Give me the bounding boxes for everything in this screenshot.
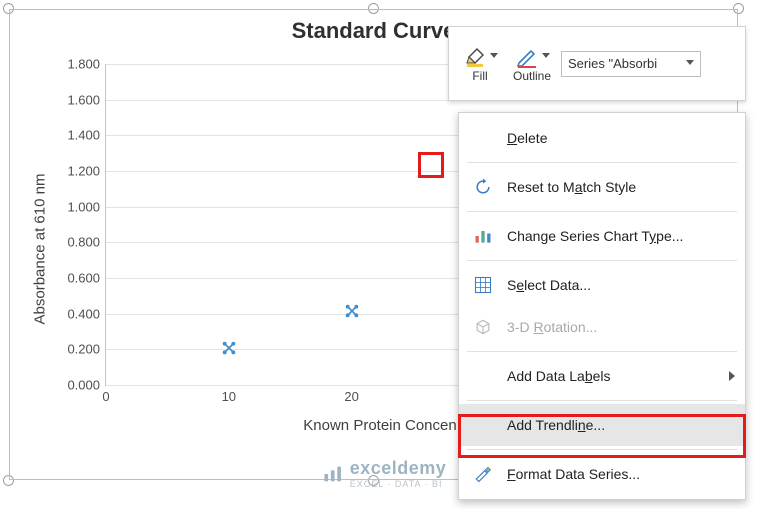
x-axis-title[interactable]: Known Protein Concen	[303, 417, 456, 434]
dropdown-caret-icon	[542, 53, 550, 61]
mini-format-toolbar: Fill Outline Series "Absorbi	[448, 26, 746, 101]
menu-item-label: Select Data...	[507, 277, 591, 293]
paint-bucket-icon	[463, 45, 487, 69]
menu-separator	[467, 400, 737, 401]
watermark: exceldemy EXCEL · DATA · BI	[322, 458, 447, 489]
logo-icon	[322, 463, 344, 485]
context-menu-delete[interactable]: Delete	[459, 117, 745, 159]
menu-item-label: Change Series Chart Type...	[507, 228, 683, 244]
menu-separator	[467, 260, 737, 261]
menu-item-label: 3-D Rotation...	[507, 319, 597, 335]
context-menu-select-data[interactable]: Select Data...	[459, 264, 745, 306]
menu-separator	[467, 162, 737, 163]
menu-item-label: Format Data Series...	[507, 466, 640, 482]
y-axis-title[interactable]: Absorbance at 610 nm	[32, 174, 49, 325]
submenu-arrow-icon	[729, 371, 735, 381]
context-menu-reset[interactable]: Reset to Match Style	[459, 166, 745, 208]
x-tick-label: 10	[222, 385, 236, 404]
dropdown-caret-icon	[490, 53, 498, 61]
fill-label: Fill	[472, 69, 487, 83]
blank-icon	[469, 124, 497, 152]
context-menu-add-data-labels[interactable]: Add Data Labels	[459, 355, 745, 397]
series-selector-dropdown[interactable]: Series "Absorbi	[561, 51, 701, 77]
menu-separator	[467, 449, 737, 450]
x-tick-label: 20	[344, 385, 358, 404]
y-tick-label: 1.400	[67, 128, 106, 143]
data-point[interactable]	[222, 341, 235, 354]
menu-separator	[467, 351, 737, 352]
outline-label: Outline	[513, 69, 551, 83]
y-tick-label: 1.800	[67, 57, 106, 72]
y-tick-label: 0.000	[67, 378, 106, 393]
y-tick-label: 0.800	[67, 235, 106, 250]
cube-icon	[469, 313, 497, 341]
context-menu-format-series[interactable]: Format Data Series...	[459, 453, 745, 495]
menu-item-label: Add Trendline...	[507, 417, 605, 433]
menu-item-label: Add Data Labels	[507, 368, 611, 384]
blank-icon	[469, 362, 497, 390]
data-point[interactable]	[345, 304, 358, 317]
outline-button[interactable]: Outline	[509, 32, 555, 96]
pen-outline-icon	[515, 45, 539, 69]
context-menu-change-type[interactable]: Change Series Chart Type...	[459, 215, 745, 257]
reset-icon	[469, 173, 497, 201]
menu-separator	[467, 211, 737, 212]
chart-context-menu: Delete Reset to Match Style Change Series …	[458, 112, 746, 500]
y-tick-label: 1.600	[67, 92, 106, 107]
menu-item-label: Delete	[507, 130, 547, 146]
watermark-brand: exceldemy	[350, 458, 447, 479]
x-tick-label: 0	[102, 385, 109, 404]
series-selector-value: Series "Absorbi	[568, 56, 657, 71]
menu-item-label: Reset to Match Style	[507, 179, 636, 195]
fill-button[interactable]: Fill	[457, 32, 503, 96]
context-menu-3d-rotation: 3-D Rotation...	[459, 306, 745, 348]
y-tick-label: 0.400	[67, 306, 106, 321]
blank-icon	[469, 411, 497, 439]
dropdown-caret-icon	[686, 60, 694, 68]
y-tick-label: 0.200	[67, 342, 106, 357]
format-icon	[469, 460, 497, 488]
y-tick-label: 1.200	[67, 164, 106, 179]
watermark-tag: EXCEL · DATA · BI	[350, 479, 447, 489]
context-menu-add-trendline[interactable]: Add Trendline...	[459, 404, 745, 446]
grid-icon	[469, 271, 497, 299]
chart-type-icon	[469, 222, 497, 250]
y-tick-label: 0.600	[67, 271, 106, 286]
y-tick-label: 1.000	[67, 199, 106, 214]
